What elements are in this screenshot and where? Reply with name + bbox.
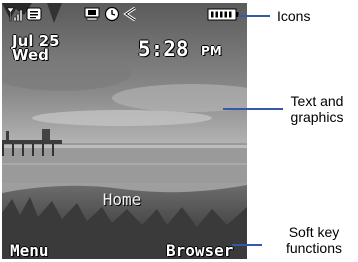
signal-bars-icon	[6, 7, 23, 22]
text-graphics-callout: Text and graphics	[282, 93, 352, 125]
browser-softkey[interactable]: Browser	[166, 241, 233, 259]
battery-icon	[207, 8, 239, 21]
icons-leader-line	[238, 15, 270, 17]
softkey-callout: Soft key functions	[274, 224, 354, 256]
screen-title: Home	[102, 190, 142, 209]
text-graphics-leader-line	[223, 108, 283, 110]
softkey-callout-line1: Soft key	[288, 224, 340, 240]
text-graphics-callout-line1: Text and	[290, 93, 344, 109]
phone-screen: Jul 25 Wed 5:28 PM Home Menu Browser	[2, 3, 247, 259]
clock-time: 5:28	[138, 37, 189, 61]
alarm-clock-icon	[104, 6, 120, 22]
softkey-callout-line2: functions	[285, 240, 343, 256]
voicemail-icon	[84, 7, 100, 21]
status-bar	[2, 3, 247, 25]
speaker-icon	[123, 6, 136, 22]
clock-ampm: PM	[201, 44, 222, 58]
menu-softkey[interactable]: Menu	[10, 241, 49, 259]
text-graphics-callout-line2: graphics	[290, 109, 344, 125]
softkey-leader-line	[232, 244, 262, 246]
message-icon	[26, 7, 42, 21]
date-weekday: Wed	[12, 46, 49, 64]
icons-callout: Icons	[277, 8, 311, 24]
